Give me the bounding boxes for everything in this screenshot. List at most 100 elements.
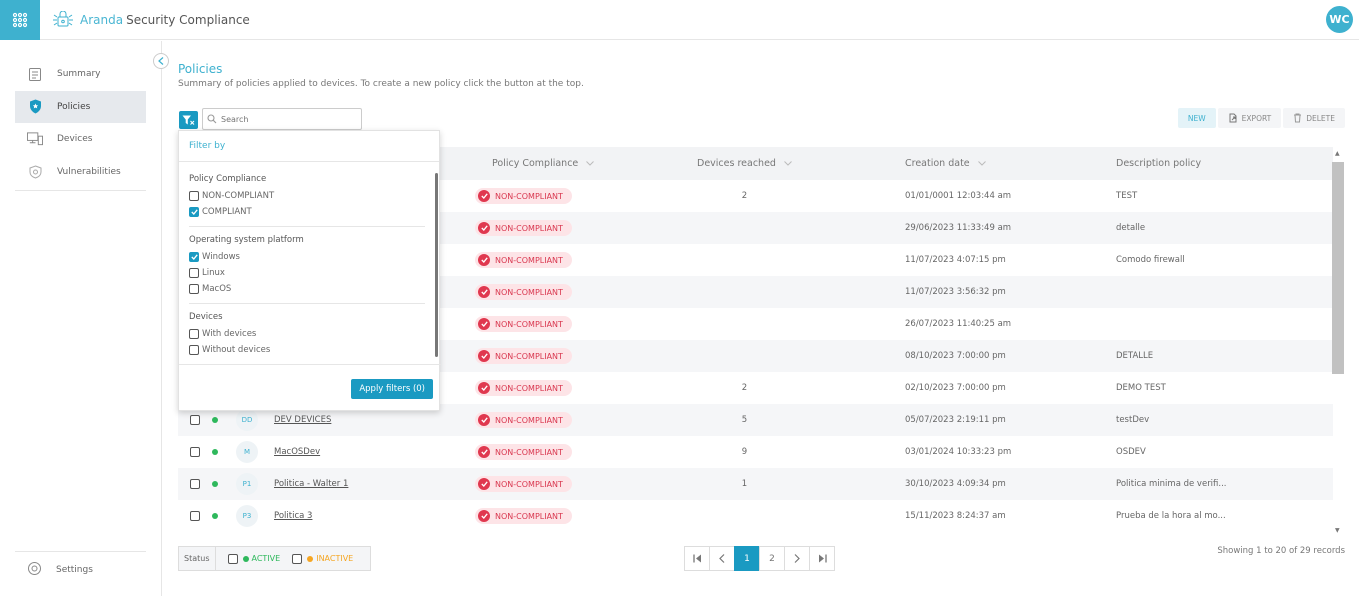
row-checkbox[interactable]	[190, 415, 200, 425]
compliance-label: NON-COMPLIANT	[495, 511, 563, 521]
filter-option[interactable]: COMPLIANT	[189, 204, 425, 220]
filter-option[interactable]: MacOS	[189, 281, 425, 297]
filter-panel-body: Policy Compliance NON-COMPLIANT COMPLIANT O…	[179, 162, 441, 364]
table-row[interactable]: M MacOSDev NON-COMPLIANT 9 03/01/2024 10:33:…	[178, 436, 1333, 468]
records-count: Showing 1 to 20 of 29 records	[1217, 546, 1345, 556]
column-header-compliance[interactable]: Policy Compliance	[428, 158, 639, 169]
trash-icon	[1294, 113, 1302, 123]
compliance-label: NON-COMPLIANT	[495, 383, 563, 393]
user-avatar[interactable]: WC	[1326, 6, 1353, 33]
filter-checkbox[interactable]	[189, 284, 199, 294]
apply-filters-button[interactable]: Apply filters (0)	[351, 379, 433, 399]
policy-name-link[interactable]: Politica 3	[274, 511, 312, 521]
new-button[interactable]: NEW	[1177, 108, 1216, 128]
prev-page-button[interactable]	[709, 546, 735, 571]
compliance-badge: NON-COMPLIANT	[475, 316, 572, 332]
filter-option[interactable]: NON-COMPLIANT	[189, 188, 425, 204]
filter-option[interactable]: Without devices	[189, 342, 425, 358]
first-page-button[interactable]	[684, 546, 710, 571]
status-dot-icon	[212, 513, 218, 519]
column-header-date[interactable]: Creation date	[850, 158, 1061, 169]
compliance-label: NON-COMPLIANT	[495, 223, 563, 233]
filter-checkbox[interactable]	[189, 345, 199, 355]
chevron-left-icon	[719, 554, 725, 563]
filter-panel-scrollbar[interactable]	[435, 173, 438, 357]
filter-checkbox[interactable]	[189, 207, 199, 217]
sidebar-nav: Summary Policies Devices Vulnerabilities	[15, 58, 146, 191]
policy-name-link[interactable]: MacOSDev	[274, 447, 320, 457]
filter-option[interactable]: Linux	[189, 265, 425, 281]
creation-date: 15/11/2023 8:24:37 am	[905, 511, 1006, 521]
table-scrollbar[interactable]: ▲ ▼	[1332, 147, 1344, 538]
policy-description: detalle	[1116, 223, 1146, 233]
status-inactive-checkbox[interactable]	[292, 553, 303, 564]
shield-star-icon	[27, 99, 43, 115]
sidebar-collapse-button[interactable]	[153, 53, 169, 69]
table-row[interactable]: P3 Politica 3 NON-COMPLIANT 15/11/2023 8:24…	[178, 500, 1333, 532]
filter-option[interactable]: With devices	[189, 326, 425, 342]
status-active-checkbox[interactable]	[227, 553, 238, 564]
export-icon	[1229, 113, 1237, 123]
scrollbar-thumb[interactable]	[1332, 162, 1344, 374]
scroll-up-icon[interactable]: ▲	[1335, 150, 1340, 157]
filter-checkbox[interactable]	[189, 252, 199, 262]
row-checkbox[interactable]	[190, 511, 200, 521]
column-header-devices[interactable]: Devices reached	[639, 158, 850, 169]
sidebar-item-vulnerabilities[interactable]: Vulnerabilities	[15, 156, 146, 188]
new-label: NEW	[1187, 113, 1206, 123]
policy-description: Prueba de la hora al mo...	[1116, 511, 1226, 521]
status-inactive-option[interactable]: INACTIVE	[292, 553, 353, 564]
chevron-down-icon	[977, 161, 986, 166]
row-checkbox[interactable]	[190, 447, 200, 457]
gear-icon	[27, 561, 42, 579]
check-circle-icon	[478, 414, 490, 426]
filter-section: Operating system platform Windows Linux Mac…	[189, 235, 425, 304]
filter-checkbox[interactable]	[189, 329, 199, 339]
export-label: EXPORT	[1241, 113, 1272, 123]
search-input[interactable]	[221, 114, 351, 124]
scroll-down-icon[interactable]: ▼	[1335, 527, 1340, 534]
export-button[interactable]: EXPORT	[1217, 108, 1282, 128]
compliance-badge: NON-COMPLIANT	[475, 284, 572, 300]
filter-checkbox[interactable]	[189, 191, 199, 201]
policy-name-link[interactable]: Politica - Walter 1	[274, 479, 348, 489]
compliance-label: NON-COMPLIANT	[495, 351, 563, 361]
app-launcher-button[interactable]	[0, 0, 40, 40]
last-page-button[interactable]	[809, 546, 835, 571]
policy-description: testDev	[1116, 415, 1150, 425]
check-circle-icon	[478, 190, 490, 202]
sidebar-item-label: Summary	[57, 69, 101, 79]
check-circle-icon	[478, 222, 490, 234]
compliance-label: NON-COMPLIANT	[495, 415, 563, 425]
filter-section: Policy Compliance NON-COMPLIANT COMPLIANT	[189, 174, 425, 227]
policy-name-link[interactable]: DEV DEVICES	[274, 415, 331, 425]
clear-filter-button[interactable]	[179, 111, 198, 129]
filter-option[interactable]: Windows	[189, 249, 425, 265]
filter-panel-footer: Apply filters (0)	[179, 364, 441, 412]
sidebar-item-devices[interactable]: Devices	[15, 123, 146, 155]
page-subtitle: Summary of policies applied to devices. …	[178, 79, 584, 89]
page-2-button[interactable]: 2	[759, 546, 785, 571]
sidebar-item-summary[interactable]: Summary	[15, 58, 146, 90]
devices-reached: 9	[741, 447, 748, 457]
search-box[interactable]	[202, 108, 362, 130]
row-checkbox[interactable]	[190, 479, 200, 489]
creation-date: 26/07/2023 11:40:25 am	[905, 319, 1012, 329]
sidebar-item-label: Policies	[57, 101, 91, 112]
page-1-button[interactable]: 1	[734, 546, 760, 571]
next-page-button[interactable]	[784, 546, 810, 571]
sidebar-item-policies[interactable]: Policies	[15, 90, 146, 123]
delete-button[interactable]: DELETE	[1283, 108, 1345, 128]
creation-date: 11/07/2023 3:56:32 pm	[905, 287, 1006, 297]
compliance-badge: NON-COMPLIANT	[475, 508, 572, 524]
settings-label: Settings	[56, 564, 93, 575]
compliance-badge: NON-COMPLIANT	[475, 380, 572, 396]
sidebar-item-settings[interactable]: Settings	[15, 551, 146, 587]
sidebar-item-label: Vulnerabilities	[57, 166, 121, 177]
compliance-label: NON-COMPLIANT	[495, 447, 563, 457]
status-active-option[interactable]: ACTIVE	[227, 553, 280, 564]
filter-checkbox[interactable]	[189, 268, 199, 278]
filter-option-label: MacOS	[202, 284, 232, 294]
table-row[interactable]: P1 Politica - Walter 1 NON-COMPLIANT 1 30/10…	[178, 468, 1333, 500]
policy-initials-avatar: P3	[236, 505, 258, 527]
